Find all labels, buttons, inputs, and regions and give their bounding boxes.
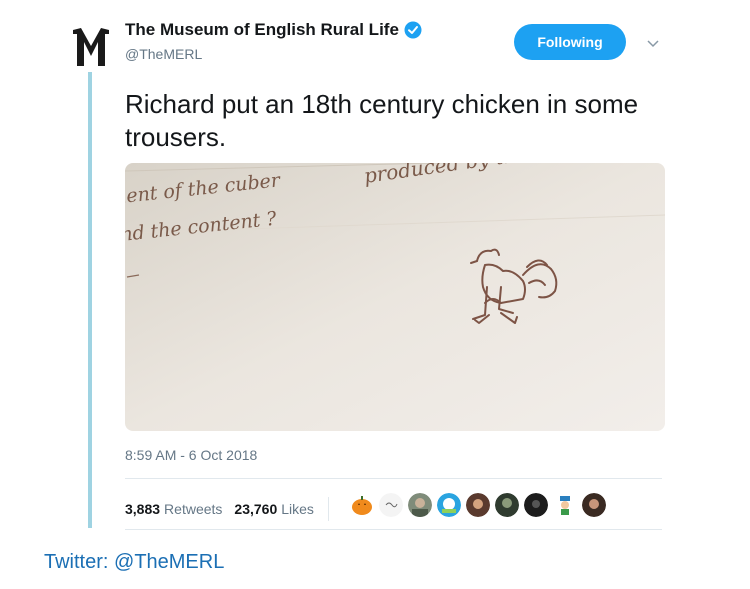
tweet-timestamp[interactable]: 8:59 AM - 6 Oct 2018 <box>125 447 257 463</box>
account-name-row: The Museum of English Rural Life <box>125 20 422 40</box>
chevron-down-icon[interactable] <box>646 36 660 48</box>
divider-top <box>125 478 662 479</box>
retweets-stat[interactable]: 3,883 Retweets <box>125 501 222 517</box>
cartoon-avatar[interactable] <box>553 493 577 517</box>
person-avatar-2[interactable] <box>466 493 490 517</box>
sketch-avatar[interactable] <box>379 493 403 517</box>
verified-badge-icon <box>404 21 422 39</box>
tweet-text: Richard put an 18th century chicken in s… <box>125 89 639 152</box>
retweets-label: Retweets <box>164 501 223 517</box>
person-avatar-3[interactable] <box>495 493 519 517</box>
merl-logo-icon <box>73 28 109 66</box>
likes-count: 23,760 <box>234 501 278 517</box>
liker-avatar-list <box>350 493 611 517</box>
likes-label: Likes <box>281 501 314 517</box>
pumpkin-avatar[interactable] <box>350 493 374 517</box>
account-display-name[interactable]: The Museum of English Rural Life <box>125 20 399 40</box>
engagement-stats: 3,883 Retweets 23,760 Likes <box>125 497 339 521</box>
stats-separator <box>327 497 329 521</box>
following-button[interactable]: Following <box>514 24 626 60</box>
divider-bottom <box>125 529 662 530</box>
dark-avatar[interactable] <box>524 493 548 517</box>
blue-character-avatar[interactable] <box>437 493 461 517</box>
likes-stat[interactable]: 23,760 Likes <box>234 501 314 517</box>
person-avatar-1[interactable] <box>408 493 432 517</box>
tweet-media-image[interactable]: produced by the ma lent of the cuber nd … <box>125 163 665 431</box>
retweets-count: 3,883 <box>125 501 161 517</box>
account-avatar[interactable] <box>73 24 109 66</box>
thread-line <box>88 72 92 528</box>
person-avatar-4[interactable] <box>582 493 606 517</box>
account-handle[interactable]: @TheMERL <box>125 46 202 62</box>
source-caption: Twitter: @TheMERL <box>44 551 225 573</box>
